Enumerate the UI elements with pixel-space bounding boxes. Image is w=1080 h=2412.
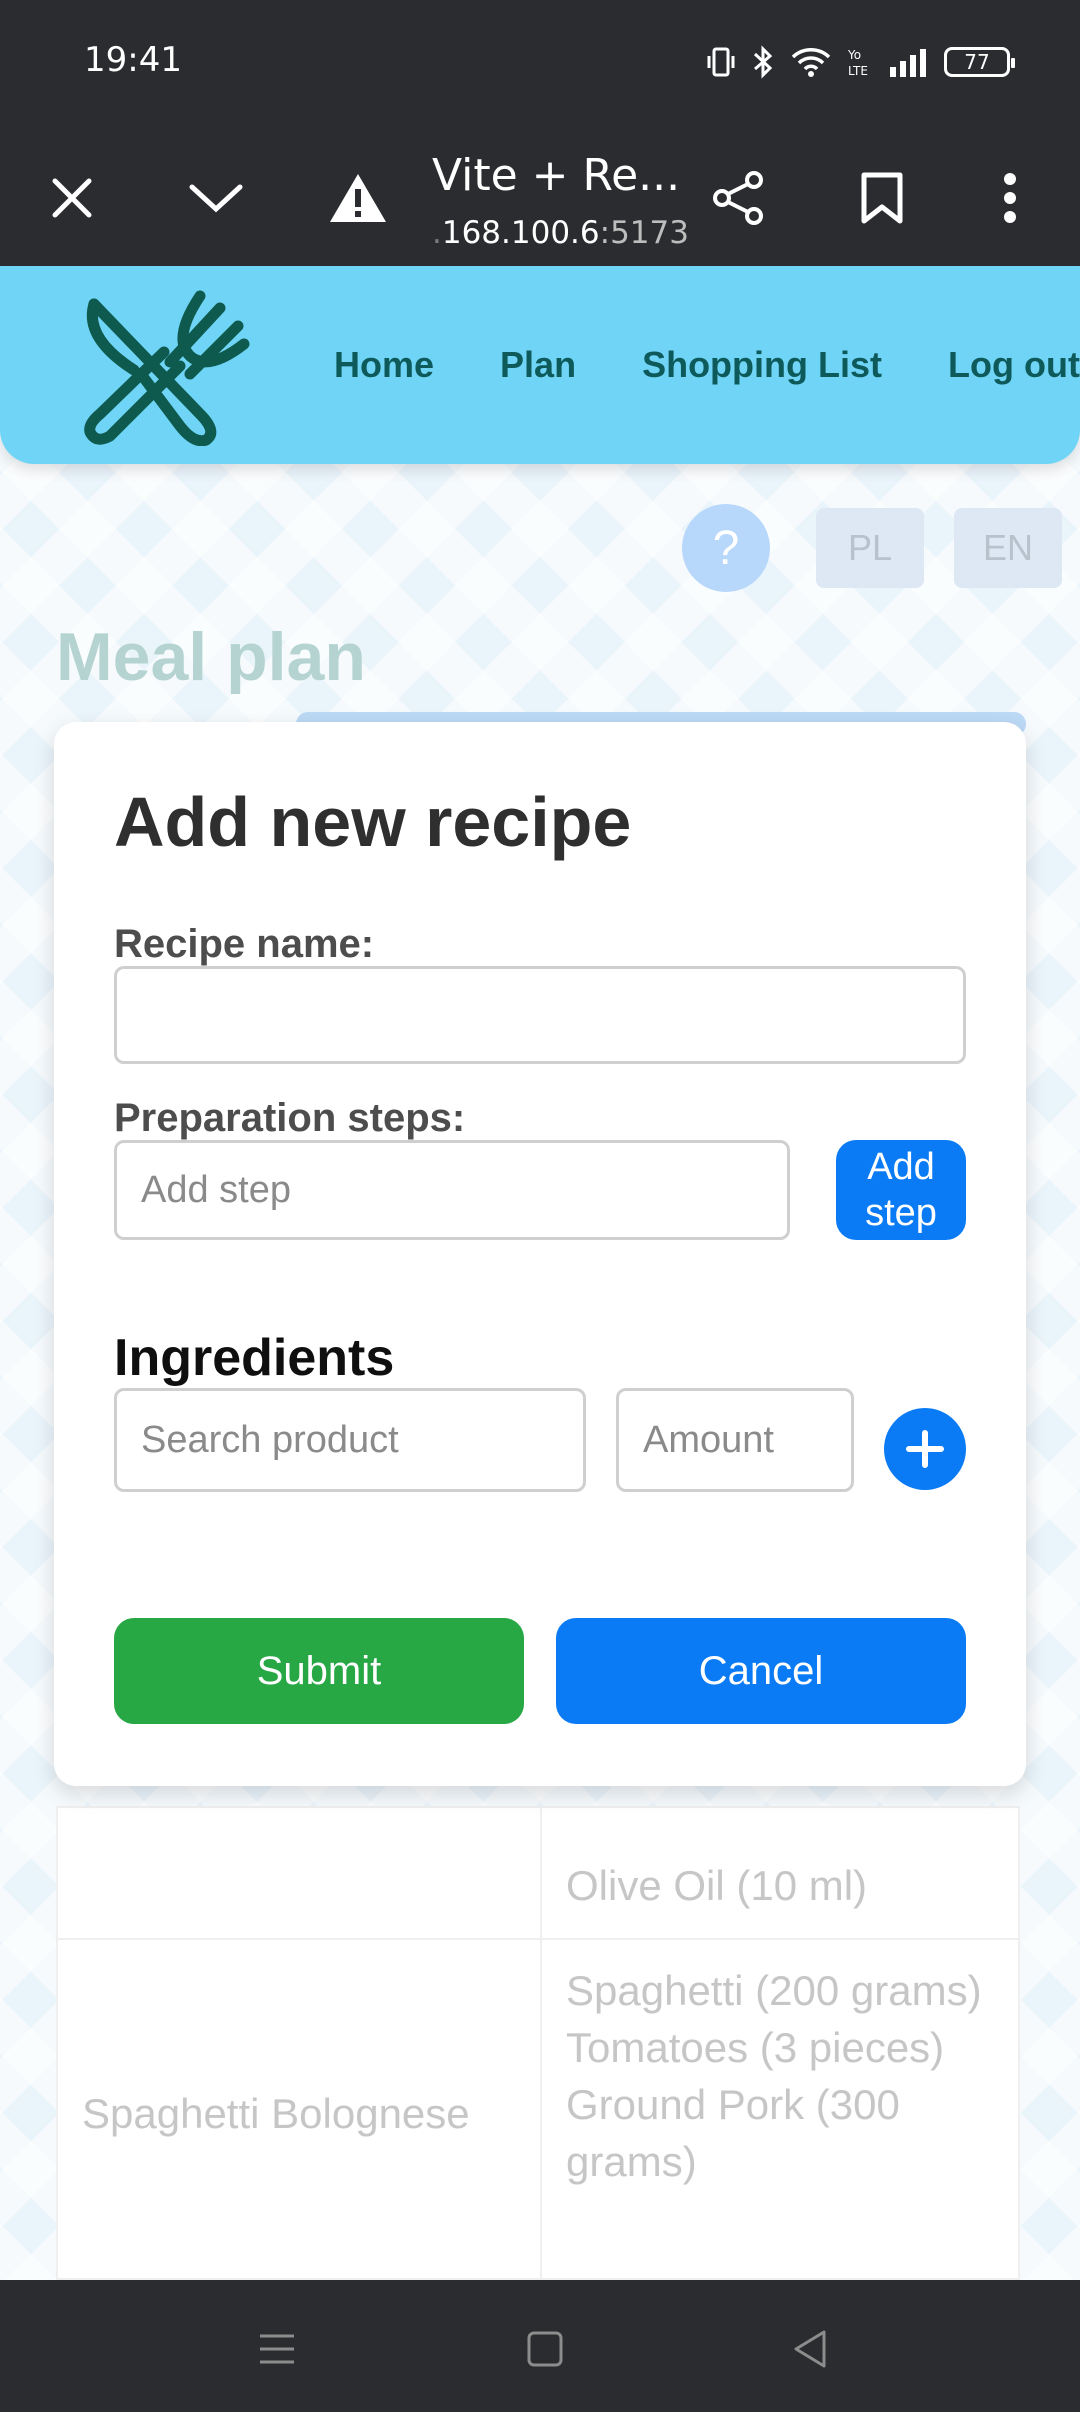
warning-icon[interactable] xyxy=(314,154,402,242)
tab-title: Vite + Re... xyxy=(432,150,681,201)
ingredients-cell: Spaghetti (200 grams) Tomatoes (3 pieces… xyxy=(540,1938,1020,2280)
modal-title: Add new recipe xyxy=(114,783,632,861)
help-button[interactable]: ? xyxy=(682,504,770,592)
ingredient-item: Ground Pork (300 grams) xyxy=(566,2081,900,2185)
ingredient-item: Olive Oil (10 ml) xyxy=(566,1862,868,1909)
browser-toolbar: Vite + Re... .168.100.6:5173 xyxy=(0,126,1080,266)
ingredients-cell: Olive Oil (10 ml) xyxy=(540,1806,1020,1940)
cancel-button[interactable]: Cancel xyxy=(556,1618,966,1724)
add-ingredient-button[interactable] xyxy=(884,1408,966,1490)
status-bar: 19:41 Yo LTE 77 xyxy=(0,0,1080,126)
recipe-name-cell xyxy=(56,1806,542,1940)
recipe-name-input[interactable] xyxy=(114,966,966,1064)
status-icons: Yo LTE 77 xyxy=(706,42,1015,82)
signal-icon xyxy=(890,49,926,77)
share-icon[interactable] xyxy=(694,154,782,242)
nav-home[interactable]: Home xyxy=(334,344,434,386)
close-icon[interactable] xyxy=(28,154,116,242)
wifi-icon xyxy=(791,48,831,77)
back-triangle-icon[interactable] xyxy=(786,2324,836,2374)
ingredient-item: Tomatoes (3 pieces) xyxy=(566,2024,945,2071)
more-vert-icon[interactable] xyxy=(966,154,1054,242)
plus-icon xyxy=(906,1430,944,1468)
add-step-button[interactable]: Add step xyxy=(836,1140,966,1240)
nav-log-out[interactable]: Log out xyxy=(948,344,1080,386)
bookmark-icon[interactable] xyxy=(838,154,926,242)
lang-pl-button[interactable]: PL xyxy=(816,508,924,588)
svg-text:Yo: Yo xyxy=(848,48,861,62)
menu-icon[interactable] xyxy=(252,2324,302,2374)
language-switcher: ? PL EN xyxy=(0,504,1080,592)
recipe-name-cell: Spaghetti Bolognese xyxy=(56,1938,542,2280)
vibrate-icon xyxy=(707,47,735,77)
lang-en-button[interactable]: EN xyxy=(954,508,1062,588)
volte-icon: Yo LTE xyxy=(848,48,868,78)
chevron-down-icon[interactable] xyxy=(172,154,260,242)
preparation-steps-label: Preparation steps: xyxy=(114,1096,466,1140)
bluetooth-icon xyxy=(753,45,773,79)
ingredient-item: Spaghetti (200 grams) xyxy=(566,1967,982,2014)
svg-text:LTE: LTE xyxy=(848,64,868,78)
step-input[interactable] xyxy=(114,1140,790,1240)
status-time: 19:41 xyxy=(84,40,182,80)
table-row: Olive Oil (10 ml) xyxy=(56,1806,1020,1940)
search-product-input[interactable] xyxy=(114,1388,586,1492)
cutlery-logo-icon[interactable] xyxy=(80,286,250,446)
table-row: Spaghetti Bolognese Spaghetti (200 grams… xyxy=(56,1938,1020,2280)
battery-icon: 77 xyxy=(944,47,1015,77)
web-page: Home Plan Shopping List Log out ? PL EN … xyxy=(0,266,1080,2280)
submit-button[interactable]: Submit xyxy=(114,1618,524,1724)
nav-links: Home Plan Shopping List Log out xyxy=(334,344,1080,386)
recipes-table: Olive Oil (10 ml) Spaghetti Bolognese Sp… xyxy=(56,1806,1020,2280)
add-recipe-modal: Add new recipe Recipe name: Preparation … xyxy=(54,722,1026,1786)
url-host: .168.100.6:5173 xyxy=(432,215,689,251)
page-title: Meal plan xyxy=(56,619,366,695)
nav-plan[interactable]: Plan xyxy=(500,344,576,386)
amount-input[interactable] xyxy=(616,1388,854,1492)
nav-shopping-list[interactable]: Shopping List xyxy=(642,344,882,386)
system-nav-bar xyxy=(0,2280,1080,2412)
app-navbar: Home Plan Shopping List Log out xyxy=(0,266,1080,464)
url-area[interactable]: Vite + Re... .168.100.6:5173 xyxy=(432,150,689,251)
home-square-icon[interactable] xyxy=(520,2324,570,2374)
recipe-name-label: Recipe name: xyxy=(114,922,375,966)
ingredients-title: Ingredients xyxy=(114,1329,395,1387)
